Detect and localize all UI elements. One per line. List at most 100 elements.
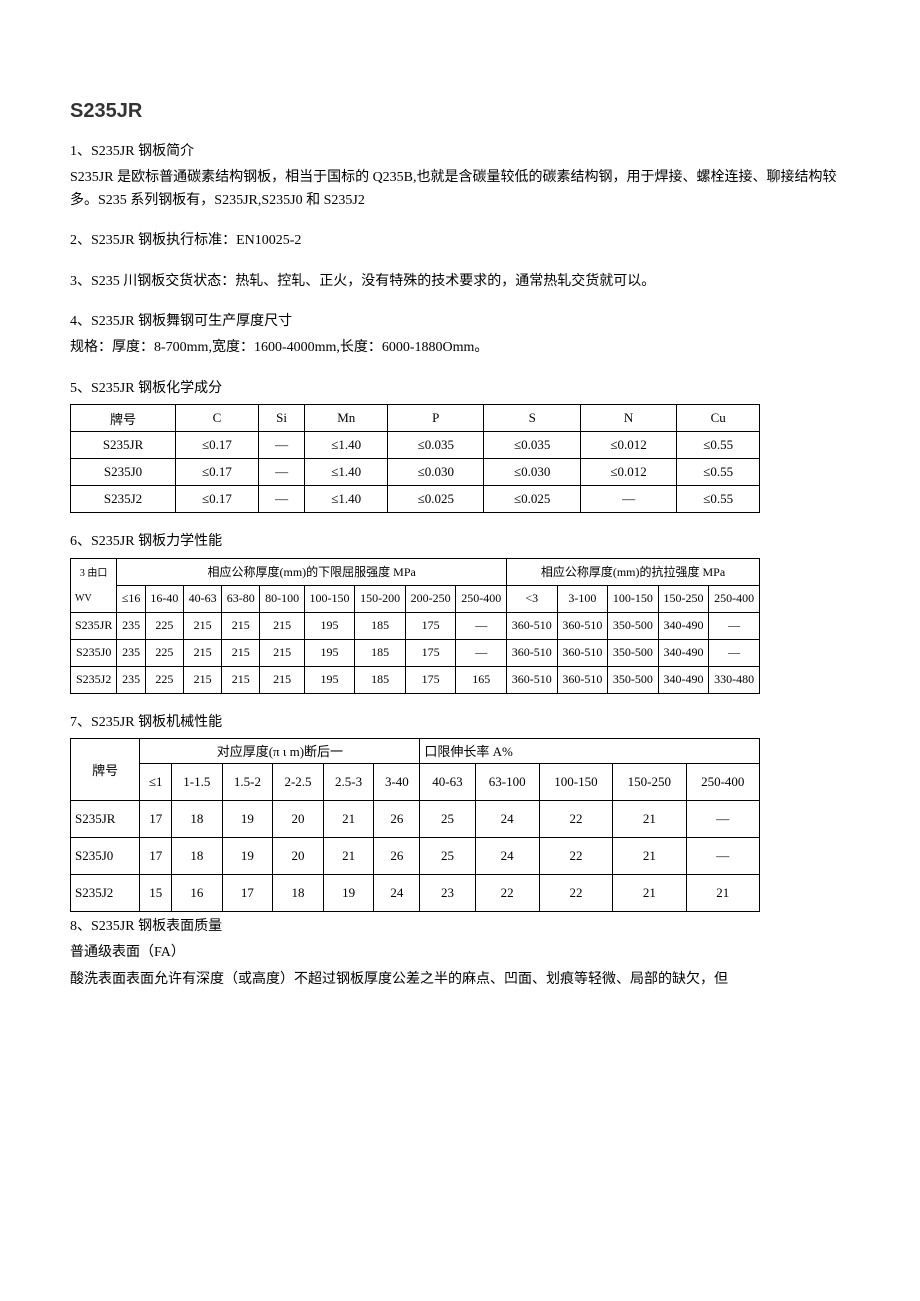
col-header: Si: [258, 405, 305, 432]
cell: 21: [613, 874, 686, 911]
cell: ≤1.40: [305, 459, 388, 486]
cell: 20: [273, 800, 324, 837]
cell: —: [258, 432, 305, 459]
cell: 340-490: [658, 612, 709, 639]
cell: ≤0.55: [677, 486, 760, 513]
cell: 18: [172, 800, 223, 837]
cell: ≤1.40: [305, 486, 388, 513]
col-header: Cu: [677, 405, 760, 432]
section-1-label: 1、S235JR 钢板简介: [70, 141, 850, 163]
table-row: S235J0 ≤0.17 — ≤1.40 ≤0.030 ≤0.030 ≤0.01…: [71, 459, 760, 486]
cell: ≤0.035: [388, 432, 484, 459]
cell: ≤0.012: [580, 432, 676, 459]
cell: 21: [323, 800, 374, 837]
table-row: S235J0 17 18 19 20 21 26 25 24 22 21 —: [71, 837, 760, 874]
cell: 23: [420, 874, 475, 911]
row-header: 牌号: [71, 738, 140, 800]
cell: —: [258, 459, 305, 486]
cell: 17: [140, 837, 172, 874]
cell: 215: [260, 639, 304, 666]
cell: 21: [613, 800, 686, 837]
col-header: 250-400: [709, 585, 760, 612]
mechanical-strength-table: 3 由口 相应公称厚度(mm)的下限屈服强度 MPa 相应公称厚度(mm)的抗拉…: [70, 558, 760, 694]
cell: 17: [222, 874, 273, 911]
cell: 24: [475, 800, 539, 837]
cell: 3 由口: [71, 558, 117, 585]
cell: 215: [222, 612, 260, 639]
cell: 185: [355, 666, 406, 693]
elongation-table: 牌号 对应厚度(π ι m)断后一 口限伸长率 A% ≤1 1-1.5 1.5-…: [70, 738, 760, 912]
cell: 215: [184, 612, 222, 639]
cell: 175: [405, 666, 456, 693]
cell: 235: [117, 612, 145, 639]
cell: 235: [117, 639, 145, 666]
cell: 360-510: [557, 612, 608, 639]
col-header: 相应公称厚度(mm)的下限屈服强度 MPa: [117, 558, 507, 585]
chemical-composition-table: 牌号 C Si Mn P S N Cu S235JR ≤0.17 — ≤1.40…: [70, 404, 760, 513]
col-header: 16-40: [145, 585, 183, 612]
cell: 21: [686, 874, 759, 911]
cell: 19: [323, 874, 374, 911]
cell: 22: [539, 837, 612, 874]
cell: —: [686, 837, 759, 874]
cell: —: [580, 486, 676, 513]
cell: 165: [456, 666, 507, 693]
section-3-label: 3、S235 川钢板交货状态：热轧、控轧、正火，没有特殊的技术要求的，通常热轧交…: [70, 271, 850, 293]
cell: 15: [140, 874, 172, 911]
col-header: 200-250: [405, 585, 456, 612]
col-header: 相应公称厚度(mm)的抗拉强度 MPa: [507, 558, 760, 585]
table-row: S235J2 15 16 17 18 19 24 23 22 22 21 21: [71, 874, 760, 911]
cell: 215: [184, 666, 222, 693]
section-4-label: 4、S235JR 钢板舞钢可生产厚度尺寸: [70, 311, 850, 333]
cell: 330-480: [709, 666, 760, 693]
col-header: P: [388, 405, 484, 432]
table-row: ≤1 1-1.5 1.5-2 2-2.5 2.5-3 3-40 40-63 63…: [71, 763, 760, 800]
cell: 22: [539, 800, 612, 837]
col-header: 63-100: [475, 763, 539, 800]
cell: 215: [260, 612, 304, 639]
cell: 21: [613, 837, 686, 874]
cell: —: [456, 612, 507, 639]
cell: ≤0.025: [388, 486, 484, 513]
cell: S235J0: [71, 639, 117, 666]
cell: 340-490: [658, 639, 709, 666]
table-row: S235J2 ≤0.17 — ≤1.40 ≤0.025 ≤0.025 — ≤0.…: [71, 486, 760, 513]
table-row: WV ≤16 16-40 40-63 63-80 80-100 100-150 …: [71, 585, 760, 612]
cell: 235: [117, 666, 145, 693]
col-header: 牌号: [71, 405, 176, 432]
section-8-p2: 酸洗表面表面允许有深度（或高度）不超过钢板厚度公差之半的麻点、凹面、划痕等轻微、…: [70, 969, 850, 991]
col-header: 口限伸长率 A%: [420, 738, 760, 763]
col-header: 1-1.5: [172, 763, 223, 800]
table-row: 3 由口 相应公称厚度(mm)的下限屈服强度 MPa 相应公称厚度(mm)的抗拉…: [71, 558, 760, 585]
cell: 24: [374, 874, 420, 911]
col-header: 3-40: [374, 763, 420, 800]
cell: 22: [539, 874, 612, 911]
cell: ≤0.17: [176, 486, 259, 513]
cell: 25: [420, 800, 475, 837]
section-8-label: 8、S235JR 钢板表面质量: [70, 916, 850, 938]
cell: 17: [140, 800, 172, 837]
cell: ≤0.012: [580, 459, 676, 486]
cell: 215: [260, 666, 304, 693]
section-5-label: 5、S235JR 钢板化学成分: [70, 378, 850, 400]
col-header: 100-150: [304, 585, 355, 612]
col-header: 250-400: [456, 585, 507, 612]
col-header: 150-200: [355, 585, 406, 612]
section-4-body: 规格：厚度：8-700mm,宽度：1600-4000mm,长度：6000-188…: [70, 337, 850, 359]
cell: S235JR: [71, 800, 140, 837]
cell: 360-510: [507, 666, 558, 693]
cell: 26: [374, 837, 420, 874]
col-header: 250-400: [686, 763, 759, 800]
col-header: <3: [507, 585, 558, 612]
table-row: S235JR 235 225 215 215 215 195 185 175 —…: [71, 612, 760, 639]
col-header: N: [580, 405, 676, 432]
table-row: S235J0 235 225 215 215 215 195 185 175 —…: [71, 639, 760, 666]
col-header: ≤16: [117, 585, 145, 612]
cell: S235J2: [71, 874, 140, 911]
cell: S235JR: [71, 612, 117, 639]
col-header: ≤1: [140, 763, 172, 800]
cell: ≤0.030: [388, 459, 484, 486]
cell: ≤1.40: [305, 432, 388, 459]
cell: 195: [304, 666, 355, 693]
col-header: C: [176, 405, 259, 432]
